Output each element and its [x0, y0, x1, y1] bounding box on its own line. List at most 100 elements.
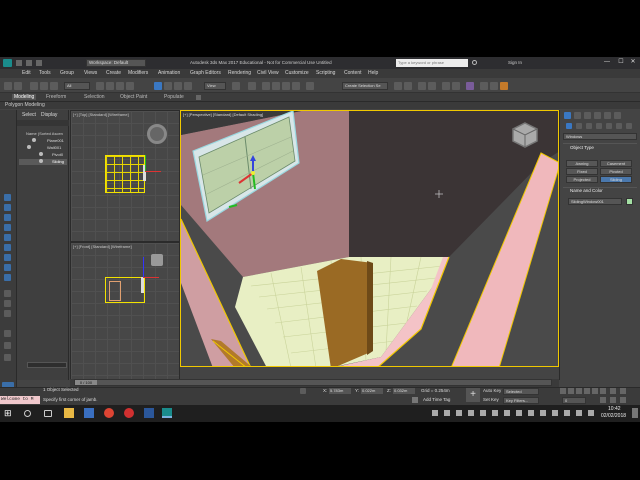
schematic-view-icon[interactable]	[452, 82, 460, 90]
play-icon[interactable]	[576, 388, 582, 394]
chrome-icon[interactable]	[104, 408, 114, 418]
align-icon[interactable]	[404, 82, 412, 90]
column-header-name[interactable]: Name (Sorted Ascen	[26, 131, 63, 136]
display-all-icon[interactable]	[4, 204, 11, 211]
select-manipulate-icon[interactable]	[248, 82, 256, 90]
previous-frame-icon[interactable]	[568, 388, 574, 394]
display-bones-icon[interactable]	[4, 310, 11, 317]
explorer-scrollbar[interactable]	[27, 362, 67, 368]
display-none-icon[interactable]	[4, 194, 11, 201]
visibility-eye-icon[interactable]	[27, 145, 31, 149]
menu-tools[interactable]: Tools	[39, 70, 51, 76]
named-selection-dropdown[interactable]: Create Selection Se	[342, 82, 388, 90]
set-key-icon[interactable]: +	[466, 388, 480, 402]
scale-icon[interactable]	[174, 82, 182, 90]
pan-icon[interactable]	[610, 388, 616, 394]
spinner-snap-icon[interactable]	[292, 82, 300, 90]
window-crossing-icon[interactable]	[126, 82, 134, 90]
rendered-frame-icon[interactable]	[490, 82, 498, 90]
scene-row-selected[interactable]: Sliding	[19, 159, 67, 165]
time-slider[interactable]: 0 / 100	[74, 379, 552, 386]
angle-snap-icon[interactable]	[272, 82, 280, 90]
edit-named-selection-icon[interactable]	[306, 82, 314, 90]
shapes-icon[interactable]	[576, 123, 582, 129]
viewport-perspective[interactable]: [+] [Perspective] [Standard] [Default Sh…	[180, 110, 559, 367]
tray-app-icon[interactable]	[552, 410, 558, 416]
tab-freeform[interactable]: Freeform	[46, 94, 66, 100]
material-editor-icon[interactable]	[466, 82, 474, 90]
find-icon[interactable]	[4, 342, 11, 349]
snap-toggle-icon[interactable]	[262, 82, 270, 90]
time-slider-thumb[interactable]: 0 / 100	[75, 380, 97, 385]
display-cameras-icon[interactable]	[4, 254, 11, 261]
next-frame-icon[interactable]	[584, 388, 590, 394]
viewport-front[interactable]: [+] [Front] [Standard] [Wireframe]	[70, 242, 180, 380]
awning-button[interactable]: Awning	[566, 160, 598, 167]
render-teapot-icon[interactable]	[500, 82, 508, 90]
search-icon[interactable]	[472, 60, 477, 65]
modify-tab-icon[interactable]	[574, 112, 581, 119]
create-tab-icon[interactable]	[564, 112, 571, 119]
menu-views[interactable]: Views	[84, 70, 97, 76]
select-object-icon[interactable]	[96, 82, 104, 90]
tab-selection[interactable]: Selection	[84, 94, 105, 100]
layer-explorer-icon[interactable]	[428, 82, 436, 90]
display-tab-icon[interactable]	[604, 112, 611, 119]
scene-row[interactable]: Wall001	[19, 145, 67, 151]
time-tag-icon[interactable]	[412, 397, 418, 403]
menu-customize[interactable]: Customize	[285, 70, 309, 76]
rect-selection-icon[interactable]	[116, 82, 124, 90]
menu-help[interactable]: Help	[368, 70, 378, 76]
new-icon[interactable]	[16, 60, 22, 66]
lights-icon[interactable]	[586, 123, 592, 129]
viewport-label[interactable]: [+] [Perspective] [Standard] [Default Sh…	[183, 112, 263, 117]
scene-row[interactable]: Plane001	[19, 138, 67, 144]
projected-button[interactable]: Projected	[566, 176, 598, 183]
field-of-view-icon[interactable]	[600, 397, 606, 403]
object-name-field[interactable]: SlidingWindow001	[568, 198, 622, 205]
save-icon[interactable]	[36, 60, 42, 66]
object-type-rollout[interactable]: Object Type	[570, 145, 594, 150]
menu-group[interactable]: Group	[60, 70, 74, 76]
object-color-swatch[interactable]	[626, 198, 633, 205]
render-setup-icon[interactable]	[480, 82, 488, 90]
sort-icon[interactable]	[4, 354, 11, 361]
visibility-eye-icon[interactable]	[39, 152, 43, 156]
helpers-icon[interactable]	[606, 123, 612, 129]
auto-key-button[interactable]: Auto Key	[483, 388, 501, 393]
casement-button[interactable]: Casement	[600, 160, 632, 167]
place-icon[interactable]	[184, 82, 192, 90]
maxscript-listener-field[interactable]: Welcome to M	[0, 396, 40, 404]
motion-tab-icon[interactable]	[594, 112, 601, 119]
ribbon-toggle-icon[interactable]	[196, 95, 201, 100]
app-logo-icon[interactable]	[3, 59, 12, 67]
move-icon[interactable]	[154, 82, 162, 90]
menu-animation[interactable]: Animation	[158, 70, 180, 76]
maximize-viewport-icon[interactable]	[620, 397, 626, 403]
tray-app-icon[interactable]	[480, 410, 486, 416]
x-coord-field[interactable]: 5.783m	[329, 388, 351, 394]
viewport-label[interactable]: [+] [Top] [Standard] [Wireframe]	[73, 112, 129, 117]
display-lights-icon[interactable]	[4, 244, 11, 251]
display-xrefs-icon[interactable]	[4, 300, 11, 307]
menu-edit[interactable]: Edit	[22, 70, 31, 76]
y-coord-field[interactable]: 0.022m	[361, 388, 383, 394]
geometry-icon[interactable]	[566, 123, 572, 129]
name-color-rollout[interactable]: Name and Color	[570, 188, 603, 193]
store-icon[interactable]	[84, 408, 94, 418]
search-input[interactable]: Type a keyword or phrase	[396, 59, 468, 67]
tab-modeling[interactable]: Modeling	[12, 94, 37, 100]
tab-populate[interactable]: Populate	[164, 94, 184, 100]
tray-app-icon[interactable]	[540, 410, 546, 416]
tab-select[interactable]: Select	[22, 112, 36, 118]
minimize-button[interactable]: —	[600, 58, 614, 67]
bind-space-warp-icon[interactable]	[50, 82, 58, 90]
key-mode-dropdown[interactable]: Selected	[503, 388, 539, 395]
scene-explorer-icon[interactable]	[418, 82, 426, 90]
fixed-button[interactable]: Fixed	[566, 168, 598, 175]
tray-app-icon[interactable]	[504, 410, 510, 416]
visibility-eye-icon[interactable]	[32, 138, 36, 142]
media-app-icon[interactable]	[124, 408, 134, 418]
select-by-name-icon[interactable]	[106, 82, 114, 90]
sign-in-link[interactable]: Sign In	[508, 60, 522, 65]
